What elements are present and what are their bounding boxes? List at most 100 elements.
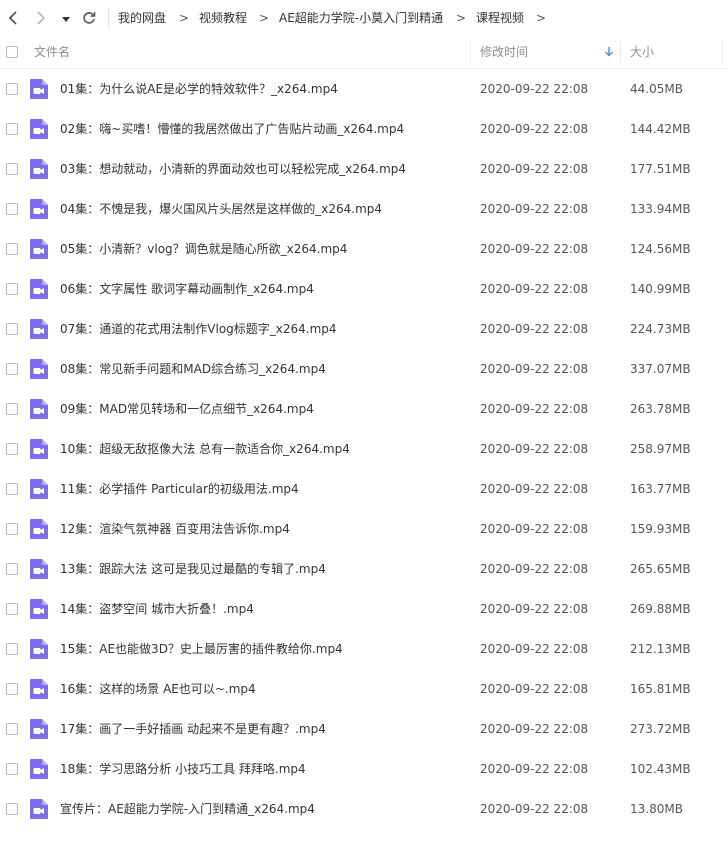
video-file-icon [30, 479, 48, 499]
video-file-icon [30, 559, 48, 579]
file-row[interactable]: 10集：超级无敌抠像大法 总有一款适合你_x264.mp4 2020-09-22 … [0, 429, 728, 469]
file-row[interactable]: 17集：画了一手好插画 动起来不是更有趣？.mp4 2020-09-22 22:0… [0, 709, 728, 749]
file-row[interactable]: 02集：嗨~买嗜！懵懂的我居然做出了广告贴片动画_x264.mp4 2020-09… [0, 109, 728, 149]
forward-button[interactable] [30, 6, 52, 30]
column-header-size[interactable]: 大小 [630, 36, 654, 68]
breadcrumb-course-folder[interactable]: AE超能力学院-小莫入门到精通 [279, 0, 443, 36]
row-checkbox[interactable] [6, 483, 18, 495]
file-modified-time: 2020-09-22 22:08 [480, 202, 589, 216]
row-checkbox[interactable] [6, 243, 18, 255]
video-file-icon [30, 639, 48, 659]
file-modified-time: 2020-09-22 22:08 [480, 242, 589, 256]
file-row[interactable]: 04集：不愧是我，爆火国风片头居然是这样做的_x264.mp4 2020-09-2… [0, 189, 728, 229]
file-row[interactable]: 06集：文字属性 歌词字幕动画制作_x264.mp4 2020-09-22 22:… [0, 269, 728, 309]
file-row[interactable]: 14集：盗梦空间 城市大折叠！.mp4 2020-09-22 22:08 269.8… [0, 589, 728, 629]
file-list-header: 文件名 修改时间 大小 [0, 36, 728, 69]
row-checkbox[interactable] [6, 83, 18, 95]
file-row[interactable]: 12集：渲染气氛神器 百变用法告诉你.mp4 2020-09-22 22:08 15… [0, 509, 728, 549]
breadcrumb-course-videos[interactable]: 课程视频 [476, 0, 524, 36]
row-checkbox[interactable] [6, 363, 18, 375]
file-name[interactable]: 12集：渲染气氛神器 百变用法告诉你.mp4 [60, 509, 290, 549]
video-file-icon [30, 239, 48, 259]
breadcrumb-my-drive[interactable]: 我的网盘 [118, 0, 166, 36]
file-name[interactable]: 18集：学习思路分析 小技巧工具 拜拜咯.mp4 [60, 749, 306, 789]
file-name[interactable]: 16集：这样的场景 AE也可以~.mp4 [60, 669, 256, 709]
file-row[interactable]: 07集：通道的花式用法制作Vlog标题字_x264.mp4 2020-09-22 … [0, 309, 728, 349]
sort-down-arrow-icon[interactable] [604, 47, 614, 57]
file-name[interactable]: 03集：想动就动，小清新的界面动效也可以轻松完成_x264.mp4 [60, 149, 406, 189]
file-row[interactable]: 11集：必学插件 Particular的初级用法.mp4 2020-09-22 2… [0, 469, 728, 509]
file-name[interactable]: 04集：不愧是我，爆火国风片头居然是这样做的_x264.mp4 [60, 189, 382, 229]
file-name[interactable]: 01集：为什么说AE是必学的特效软件？_x264.mp4 [60, 69, 338, 109]
file-size: 133.94MB [630, 202, 691, 216]
file-modified-time: 2020-09-22 22:08 [480, 802, 589, 816]
video-file-icon [30, 319, 48, 339]
file-size: 273.72MB [630, 722, 691, 736]
file-modified-time: 2020-09-22 22:08 [480, 322, 589, 336]
row-checkbox[interactable] [6, 603, 18, 615]
file-row[interactable]: 18集：学习思路分析 小技巧工具 拜拜咯.mp4 2020-09-22 22:08… [0, 749, 728, 789]
file-name[interactable]: 17集：画了一手好插画 动起来不是更有趣？.mp4 [60, 709, 326, 749]
select-all-checkbox[interactable] [6, 46, 18, 58]
file-name[interactable]: 02集：嗨~买嗜！懵懂的我居然做出了广告贴片动画_x264.mp4 [60, 109, 404, 149]
file-row[interactable]: 16集：这样的场景 AE也可以~.mp4 2020-09-22 22:08 165.… [0, 669, 728, 709]
video-file-icon [30, 399, 48, 419]
file-row[interactable]: 宣传片：AE超能力学院-入门到精通_x264.mp4 2020-09-22 22:… [0, 789, 728, 829]
file-name[interactable]: 06集：文字属性 歌词字幕动画制作_x264.mp4 [60, 269, 314, 309]
file-name[interactable]: 13集：跟踪大法 这可是我见过最酷的专辑了.mp4 [60, 549, 326, 589]
file-size: 44.05MB [630, 82, 683, 96]
row-checkbox[interactable] [6, 163, 18, 175]
back-button[interactable] [2, 6, 24, 30]
video-file-icon [30, 119, 48, 139]
nav-divider [108, 8, 109, 28]
file-row[interactable]: 09集：MAD常见转场和一亿点细节_x264.mp4 2020-09-22 22:… [0, 389, 728, 429]
row-checkbox[interactable] [6, 563, 18, 575]
video-file-icon [30, 439, 48, 459]
caret-down-icon [62, 17, 70, 22]
file-row[interactable]: 15集：AE也能做3D？史上最厉害的插件教给你.mp4 2020-09-22 22… [0, 629, 728, 669]
file-row[interactable]: 05集：小清新？vlog？调色就是随心所欲_x264.mp4 2020-09-22… [0, 229, 728, 269]
breadcrumb-separator: > [259, 11, 270, 25]
file-name[interactable]: 09集：MAD常见转场和一亿点细节_x264.mp4 [60, 389, 314, 429]
file-name[interactable]: 14集：盗梦空间 城市大折叠！.mp4 [60, 589, 254, 629]
column-divider[interactable] [620, 40, 621, 64]
file-name[interactable]: 05集：小清新？vlog？调色就是随心所欲_x264.mp4 [60, 229, 347, 269]
row-checkbox[interactable] [6, 123, 18, 135]
file-row[interactable]: 08集：常见新手问题和MAD综合练习_x264.mp4 2020-09-22 22… [0, 349, 728, 389]
file-modified-time: 2020-09-22 22:08 [480, 602, 589, 616]
row-checkbox[interactable] [6, 403, 18, 415]
column-header-name[interactable]: 文件名 [34, 36, 70, 68]
row-checkbox[interactable] [6, 683, 18, 695]
breadcrumb-video-tutorials[interactable]: 视频教程 [199, 0, 247, 36]
video-file-icon [30, 199, 48, 219]
row-checkbox[interactable] [6, 723, 18, 735]
file-name[interactable]: 11集：必学插件 Particular的初级用法.mp4 [60, 469, 299, 509]
file-size: 140.99MB [630, 282, 691, 296]
row-checkbox[interactable] [6, 763, 18, 775]
file-row[interactable]: 01集：为什么说AE是必学的特效软件？_x264.mp4 2020-09-22 2… [0, 69, 728, 109]
file-size: 124.56MB [630, 242, 691, 256]
row-checkbox[interactable] [6, 443, 18, 455]
file-name[interactable]: 10集：超级无敌抠像大法 总有一款适合你_x264.mp4 [60, 429, 350, 469]
file-name[interactable]: 宣传片：AE超能力学院-入门到精通_x264.mp4 [60, 789, 315, 829]
file-row[interactable]: 13集：跟踪大法 这可是我见过最酷的专辑了.mp4 2020-09-22 22:0… [0, 549, 728, 589]
file-name[interactable]: 15集：AE也能做3D？史上最厉害的插件教给你.mp4 [60, 629, 343, 669]
history-dropdown-button[interactable] [58, 6, 74, 30]
row-checkbox[interactable] [6, 643, 18, 655]
breadcrumb-separator: > [536, 11, 547, 25]
video-file-icon [30, 519, 48, 539]
column-divider[interactable] [470, 40, 471, 64]
file-name[interactable]: 08集：常见新手问题和MAD综合练习_x264.mp4 [60, 349, 326, 389]
file-modified-time: 2020-09-22 22:08 [480, 162, 589, 176]
row-checkbox[interactable] [6, 283, 18, 295]
file-name[interactable]: 07集：通道的花式用法制作Vlog标题字_x264.mp4 [60, 309, 337, 349]
column-header-modified[interactable]: 修改时间 [480, 36, 528, 68]
file-row[interactable]: 03集：想动就动，小清新的界面动效也可以轻松完成_x264.mp4 2020-09… [0, 149, 728, 189]
row-checkbox[interactable] [6, 203, 18, 215]
row-checkbox[interactable] [6, 803, 18, 815]
column-divider[interactable] [722, 40, 723, 64]
refresh-button[interactable] [78, 6, 100, 30]
row-checkbox[interactable] [6, 323, 18, 335]
file-size: 224.73MB [630, 322, 691, 336]
row-checkbox[interactable] [6, 523, 18, 535]
